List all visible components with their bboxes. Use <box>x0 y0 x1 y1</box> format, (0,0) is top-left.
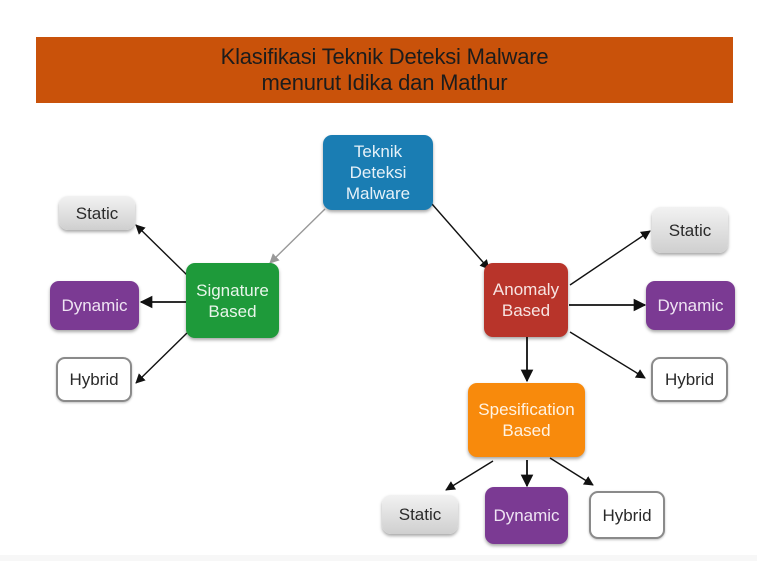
edge-root-to-signature <box>269 208 326 264</box>
node-signature-dynamic: Dynamic <box>50 281 139 330</box>
node-label: Hybrid <box>69 370 119 389</box>
node-signature-static: Static <box>59 196 135 230</box>
slide-bottom-band <box>0 555 757 561</box>
node-specification-based: Spesification Based <box>468 383 585 457</box>
node-line: Based <box>501 301 551 320</box>
node-line: Anomaly <box>492 280 560 299</box>
node-teknik-deteksi-malware: Teknik Deteksi Malware <box>323 135 433 210</box>
node-signature-hybrid: Hybrid <box>56 357 132 402</box>
edge-anomaly-to-hybrid <box>569 331 646 379</box>
edge-signature-to-static <box>135 224 188 276</box>
edge-specification-to-static <box>445 460 494 491</box>
node-line: Spesification <box>478 400 575 419</box>
edge-anomaly-to-static <box>569 230 651 286</box>
node-anomaly-hybrid: Hybrid <box>651 357 728 402</box>
node-specification-static: Static <box>382 495 458 534</box>
node-line: Based <box>502 421 551 440</box>
node-line: Deteksi <box>349 163 407 182</box>
node-anomaly-static: Static <box>652 207 728 253</box>
node-anomaly-dynamic: Dynamic <box>646 281 735 330</box>
node-specification-dynamic: Dynamic <box>485 487 568 544</box>
node-label: Dynamic <box>657 296 724 315</box>
node-label: Dynamic <box>61 296 128 315</box>
node-line: Signature <box>196 280 269 300</box>
edge-signature-to-hybrid <box>135 332 188 384</box>
node-label: Static <box>75 203 119 223</box>
node-label: Hybrid <box>664 370 715 389</box>
node-line: Teknik <box>353 142 403 161</box>
node-label: Static <box>668 220 712 240</box>
edge-root-to-anomaly <box>431 203 490 270</box>
node-signature-based: Signature Based <box>186 263 279 338</box>
node-label: Dynamic <box>493 506 560 525</box>
node-label: Hybrid <box>602 505 652 525</box>
node-label: Static <box>398 505 442 524</box>
node-specification-hybrid: Hybrid <box>589 491 665 539</box>
node-anomaly-based: Anomaly Based <box>484 263 568 337</box>
node-line: Based <box>208 301 257 321</box>
edge-specification-to-hybrid <box>549 457 594 486</box>
node-line: Malware <box>345 184 411 203</box>
